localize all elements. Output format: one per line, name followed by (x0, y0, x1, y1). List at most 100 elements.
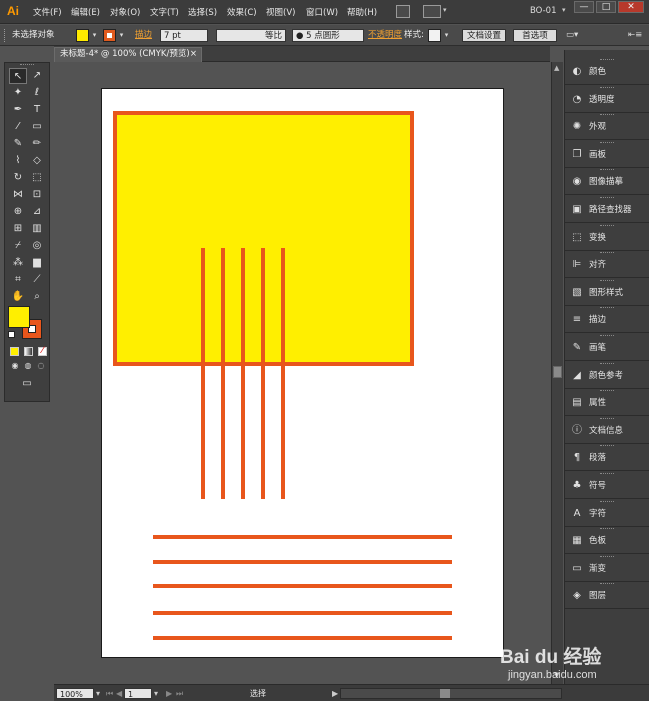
menu-view[interactable]: 视图(V) (266, 6, 295, 18)
panel-grip[interactable] (600, 583, 614, 586)
color-mode-icon[interactable] (10, 347, 19, 356)
artboard-number-field[interactable]: 1 (124, 688, 152, 699)
panel-graphic-styles[interactable]: ▧ 图形样式 (565, 279, 649, 306)
menu-window[interactable]: 窗口(W) (306, 6, 338, 18)
panel-grip[interactable] (600, 555, 614, 559)
symbol-sprayer-tool-icon[interactable]: ⁂ (9, 255, 27, 271)
menu-file[interactable]: 文件(F) (33, 6, 62, 18)
draw-inside-icon[interactable]: ◌ (35, 360, 47, 372)
panel-transform[interactable]: ⬚ 变换 (565, 224, 649, 251)
panel-grip[interactable] (600, 500, 614, 504)
gradient-mode-icon[interactable] (24, 347, 33, 356)
panel-grip[interactable] (600, 114, 614, 117)
artboard-dropdown-icon[interactable]: ▾ (154, 688, 158, 699)
gradient-tool-icon[interactable]: ▥ (28, 221, 46, 237)
panel-gradient[interactable]: ▭ 渐变 (565, 555, 649, 582)
panel-paragraph[interactable]: ¶ 段落 (565, 444, 649, 472)
panel-stroke[interactable]: ≡ 描边 (565, 306, 649, 334)
panel-align[interactable]: ⊫ 对齐 (565, 251, 649, 279)
close-window-button[interactable]: ✕ (618, 1, 644, 13)
panel-brushes[interactable]: ✎ 画笔 (565, 334, 649, 361)
panel-attributes[interactable]: ▤ 属性 (565, 389, 649, 417)
panel-swatches[interactable]: ▦ 色板 (565, 527, 649, 555)
stroke-weight-field[interactable]: 7 pt (160, 29, 208, 42)
panel-grip[interactable] (600, 445, 614, 448)
variable-width-profile[interactable]: 等比 (216, 29, 286, 42)
stroke-swatch[interactable] (103, 29, 116, 42)
panel-image-trace[interactable]: ◉ 图像描摹 (565, 168, 649, 196)
panel-grip[interactable] (600, 473, 614, 476)
opacity-label[interactable]: 不透明度 (368, 29, 402, 42)
direct-selection-tool-icon[interactable]: ↗ (28, 68, 46, 84)
brush-definition[interactable]: ● 5 点圆形 (292, 29, 364, 42)
status-menu-icon[interactable]: ▶ (332, 688, 338, 699)
maximize-button[interactable]: □ (596, 1, 616, 13)
slice-tool-icon[interactable]: ⟋ (28, 272, 46, 288)
type-tool-icon[interactable]: T (28, 102, 46, 118)
panel-color-guide[interactable]: ◢ 颜色参考 (565, 362, 649, 389)
graphic-style-swatch[interactable] (428, 29, 441, 42)
line-segment-tool-icon[interactable]: ⁄ (9, 119, 27, 135)
document-setup-button[interactable]: 文档设置 (462, 29, 506, 42)
pencil-tool-icon[interactable]: ✏ (28, 136, 46, 152)
graphic-style-dropdown-icon[interactable]: ▾ (442, 29, 451, 42)
control-bar-grip[interactable] (4, 29, 7, 42)
arrange-icon[interactable]: ▭▾ (566, 29, 578, 42)
scale-tool-icon[interactable]: ⬚ (28, 170, 46, 186)
panel-grip[interactable] (600, 307, 614, 310)
eraser-tool-icon[interactable]: ◇ (28, 153, 46, 169)
minimize-button[interactable]: — (574, 1, 594, 13)
zoom-field[interactable]: 100% (56, 688, 94, 699)
menu-type[interactable]: 文字(T) (150, 6, 179, 18)
panel-grip[interactable] (600, 362, 614, 366)
column-graph-tool-icon[interactable]: ▆ (28, 255, 46, 271)
panel-grip[interactable] (600, 197, 614, 200)
rotate-tool-icon[interactable]: ↻ (9, 170, 27, 186)
mesh-tool-icon[interactable]: ⊞ (9, 221, 27, 237)
arrange-dropdown-icon[interactable]: ▾ (443, 6, 447, 14)
current-tool-status[interactable]: 选择 (250, 688, 266, 699)
width-tool-icon[interactable]: ⋈ (9, 187, 27, 203)
screen-mode-icon[interactable]: ▭ (19, 377, 35, 390)
panel-character[interactable]: A 字符 (565, 500, 649, 527)
draw-behind-icon[interactable]: ◍ (22, 360, 34, 372)
menu-effect[interactable]: 效果(C) (227, 6, 257, 18)
fill-dropdown-icon[interactable]: ▾ (90, 29, 99, 42)
panel-grip[interactable] (600, 335, 614, 338)
zoom-dropdown-icon[interactable]: ▾ (96, 688, 100, 699)
first-artboard-icon[interactable]: ⏮ (106, 688, 113, 699)
workspace-switcher[interactable]: BO-01 (530, 6, 557, 16)
document-tab[interactable]: 未标题-4* @ 100% (CMYK/预览) × (54, 47, 202, 62)
panel-artboards[interactable]: ❐ 画板 (565, 141, 649, 168)
panel-grip[interactable] (600, 528, 614, 531)
hand-tool-icon[interactable]: ✋ (9, 289, 27, 305)
magic-wand-tool-icon[interactable]: ✦ (9, 85, 27, 101)
preferences-button[interactable]: 首选项 (513, 29, 557, 42)
zoom-tool-icon[interactable]: ⌕ (28, 289, 46, 305)
artboard[interactable] (101, 88, 504, 658)
bridge-icon[interactable] (396, 5, 410, 18)
arrange-documents-icon[interactable] (423, 5, 441, 18)
eyedropper-tool-icon[interactable]: ⌿ (9, 238, 27, 254)
perspective-grid-tool-icon[interactable]: ⊿ (28, 204, 46, 220)
tools-panel-grip[interactable] (20, 64, 34, 67)
scroll-up-icon[interactable]: ▲ (554, 64, 559, 72)
panel-transparency[interactable]: ◔ 透明度 (565, 86, 649, 113)
vertical-scroll-thumb[interactable] (553, 366, 562, 378)
blend-tool-icon[interactable]: ◎ (28, 238, 46, 254)
panel-grip[interactable] (600, 224, 614, 228)
last-artboard-icon[interactable]: ⏭ (176, 688, 183, 699)
panel-pathfinder[interactable]: ▣ 路径查找器 (565, 196, 649, 223)
blob-brush-tool-icon[interactable]: ⌇ (9, 153, 27, 169)
shape-builder-tool-icon[interactable]: ⊕ (9, 204, 27, 220)
artboard-tool-icon[interactable]: ⌗ (9, 272, 27, 288)
panel-grip[interactable] (600, 86, 614, 90)
lasso-tool-icon[interactable]: ℓ (28, 85, 46, 101)
workspace-dropdown-icon[interactable]: ▾ (562, 6, 566, 14)
vertical-scrollbar[interactable]: ▲ ▼ (551, 62, 563, 684)
menu-edit[interactable]: 编辑(E) (71, 6, 100, 18)
free-transform-tool-icon[interactable]: ⊡ (28, 187, 46, 203)
panel-grip[interactable] (600, 252, 614, 255)
panel-color[interactable]: ◐ 颜色 (565, 58, 649, 85)
next-artboard-icon[interactable]: ▶ (166, 688, 172, 699)
